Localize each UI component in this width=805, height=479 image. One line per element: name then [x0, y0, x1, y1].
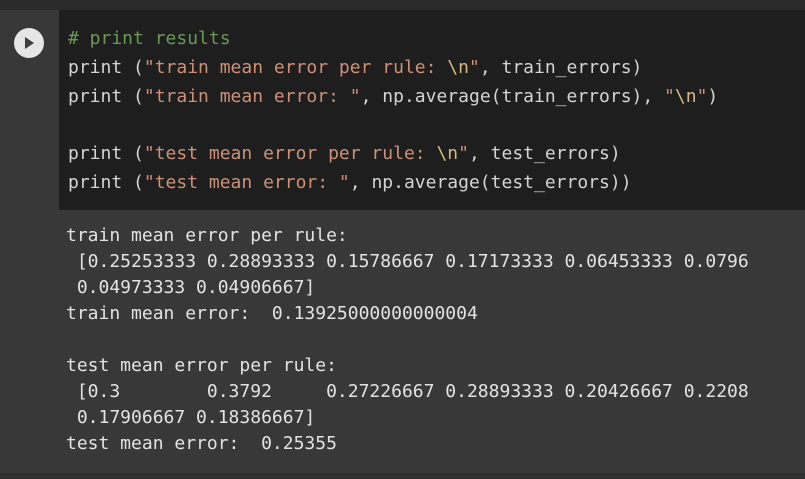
- code-token: , np.average(test_errors)): [349, 172, 632, 193]
- run-cell-button[interactable]: [14, 28, 44, 58]
- output-line: test mean error per rule:: [66, 355, 337, 376]
- output-line: [0.3 0.3792 0.27226667 0.28893333 0.2042…: [66, 381, 749, 402]
- code-token: print (: [68, 57, 144, 78]
- top-divider: [0, 0, 805, 10]
- cell-gutter: [0, 10, 59, 210]
- code-line-5: print ("test mean error per rule: \n", t…: [68, 139, 621, 168]
- cell-output: train mean error per rule: [0.25253333 0…: [0, 210, 805, 479]
- code-string: ": [468, 57, 480, 78]
- output-line: [0.25253333 0.28893333 0.15786667 0.1717…: [66, 251, 749, 272]
- output-line: 0.17906667 0.18386667]: [66, 407, 316, 428]
- code-comment: # print results: [68, 28, 231, 49]
- code-escape: \n: [674, 86, 697, 107]
- code-line-6: print ("test mean error: ", np.average(t…: [68, 168, 632, 197]
- code-line-2: print ("train mean error per rule: \n", …: [68, 53, 642, 82]
- code-token: print (: [68, 143, 144, 164]
- play-icon: [25, 37, 34, 49]
- code-token: , train_errors): [479, 57, 643, 78]
- code-string: "test mean error per rule:: [143, 143, 437, 164]
- output-line: train mean error: 0.13925000000000004: [66, 303, 478, 324]
- output-line: 0.04973333 0.04906667]: [66, 277, 316, 298]
- code-escape: \n: [447, 57, 469, 78]
- code-line-1: # print results: [68, 24, 231, 53]
- code-string: ": [696, 86, 708, 107]
- code-token: ): [707, 86, 719, 107]
- code-string: "train mean error: ": [143, 86, 361, 107]
- cell-bottom-edge: [0, 473, 805, 479]
- output-line: train mean error per rule:: [66, 225, 348, 246]
- code-token: , test_errors): [469, 143, 621, 164]
- code-line-3: print ("train mean error: ", np.average(…: [68, 82, 718, 111]
- code-cell[interactable]: # print results print ("train mean error…: [0, 10, 805, 479]
- code-token: , np.average(train_errors),: [360, 86, 665, 107]
- code-token: print (: [68, 172, 144, 193]
- code-escape: \n: [436, 143, 459, 164]
- code-string: ": [664, 86, 675, 107]
- code-string: ": [458, 143, 469, 164]
- code-string: "test mean error: ": [143, 172, 350, 193]
- output-line: test mean error: 0.25355: [66, 433, 337, 454]
- code-token: print (: [68, 86, 144, 107]
- code-editor[interactable]: # print results print ("train mean error…: [59, 10, 805, 210]
- code-string: "train mean error per rule:: [143, 57, 448, 78]
